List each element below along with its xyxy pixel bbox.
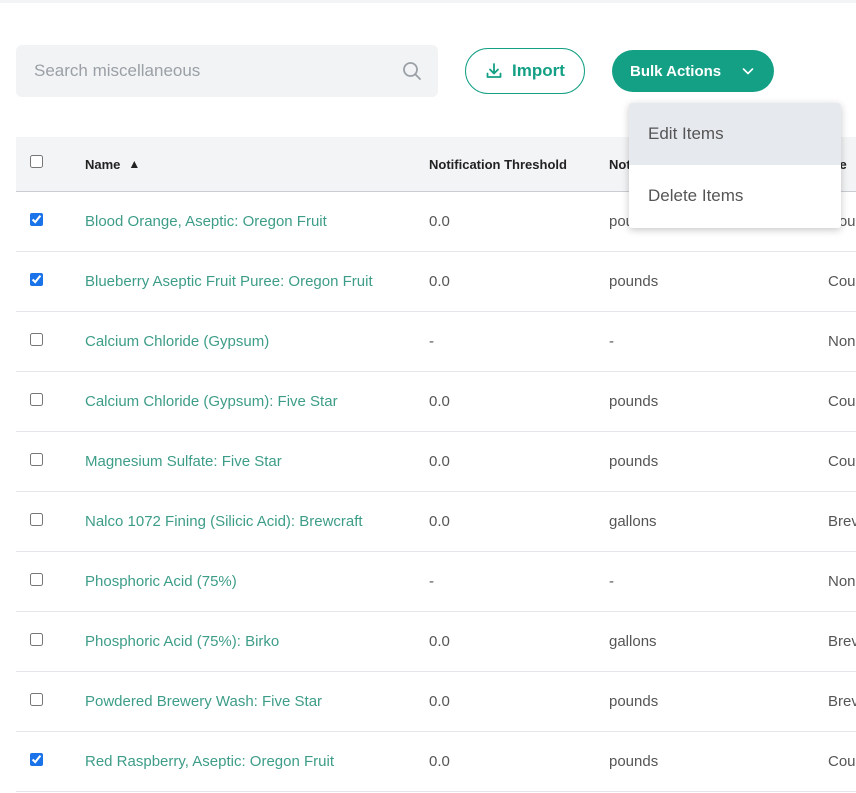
top-divider [0, 0, 856, 3]
table-row: Calcium Chloride (Gypsum): Five Star 0.0 p… [16, 372, 856, 432]
column-header-unit[interactable]: Not [609, 137, 631, 191]
threshold-cell: 0.0 [429, 753, 450, 770]
item-name-link[interactable]: Powdered Brewery Wash: Five Star [85, 672, 322, 731]
item-name-link[interactable]: Blueberry Aseptic Fruit Puree: Oregon Fr… [85, 252, 373, 311]
row-checkbox[interactable] [30, 273, 43, 286]
extra-cell: Cou [828, 273, 856, 290]
extra-cell: Brev [828, 693, 856, 710]
search-icon[interactable] [402, 61, 422, 81]
item-name-link[interactable]: Magnesium Sulfate: Five Star [85, 432, 282, 491]
unit-cell: - [609, 573, 614, 590]
unit-cell: pounds [609, 273, 659, 290]
unit-cell: pounds [609, 693, 659, 710]
items-table: Name ▲ Notification Threshold Not efe Bl… [16, 137, 856, 792]
bulk-actions-label: Bulk Actions [630, 62, 722, 80]
unit-cell: pounds [609, 393, 659, 410]
column-header-name[interactable]: Name ▲ [85, 137, 140, 191]
extra-cell: Cou [828, 393, 856, 410]
table-row: Phosphoric Acid (75%) - - Non [16, 552, 856, 612]
item-name-link[interactable]: Phosphoric Acid (75%): Birko [85, 612, 279, 671]
table-row: Magnesium Sulfate: Five Star 0.0 pounds Cou [16, 432, 856, 492]
bulk-actions-menu: Edit Items Delete Items [629, 103, 841, 228]
table-row: Blueberry Aseptic Fruit Puree: Oregon Fr… [16, 252, 856, 312]
import-label: Import [512, 61, 565, 80]
row-checkbox[interactable] [30, 333, 43, 346]
unit-cell: gallons [609, 633, 657, 650]
extra-cell: Cou [828, 753, 856, 770]
threshold-cell: 0.0 [429, 213, 450, 230]
unit-cell: - [609, 333, 614, 350]
row-checkbox[interactable] [30, 213, 43, 226]
threshold-cell: 0.0 [429, 453, 450, 470]
unit-cell: pounds [609, 753, 659, 770]
item-name-link[interactable]: Red Raspberry, Aseptic: Oregon Fruit [85, 732, 334, 791]
table-row: Powdered Brewery Wash: Five Star 0.0 pound… [16, 672, 856, 732]
item-name-link[interactable]: Phosphoric Acid (75%) [85, 552, 237, 611]
extra-cell: Brev [828, 513, 856, 530]
search-box[interactable] [16, 45, 438, 97]
table-row: Phosphoric Acid (75%): Birko 0.0 gallons Br… [16, 612, 856, 672]
column-header-threshold[interactable]: Notification Threshold [429, 137, 567, 191]
threshold-cell: 0.0 [429, 693, 450, 710]
item-name-link[interactable]: Calcium Chloride (Gypsum) [85, 312, 269, 371]
item-name-link[interactable]: Blood Orange, Aseptic: Oregon Fruit [85, 192, 327, 251]
threshold-cell: 0.0 [429, 393, 450, 410]
row-checkbox[interactable] [30, 573, 43, 586]
threshold-cell: 0.0 [429, 513, 450, 530]
column-header-name-label: Name [85, 156, 121, 172]
sort-asc-icon: ▲ [128, 157, 141, 171]
search-input[interactable] [16, 45, 402, 97]
table-row: Calcium Chloride (Gypsum) - - Non [16, 312, 856, 372]
threshold-cell: 0.0 [429, 273, 450, 290]
row-checkbox[interactable] [30, 393, 43, 406]
unit-cell: gallons [609, 513, 657, 530]
extra-cell: Cou [828, 453, 856, 470]
row-checkbox[interactable] [30, 453, 43, 466]
row-checkbox[interactable] [30, 753, 43, 766]
row-checkbox[interactable] [30, 693, 43, 706]
table-row: Red Raspberry, Aseptic: Oregon Fruit 0.0 p… [16, 732, 856, 792]
unit-cell: pounds [609, 453, 659, 470]
threshold-cell: - [429, 573, 434, 590]
extra-cell: Non [828, 333, 856, 350]
menu-item-delete-items[interactable]: Delete Items [629, 165, 841, 227]
row-checkbox[interactable] [30, 513, 43, 526]
import-button[interactable]: Import [465, 48, 585, 94]
threshold-cell: - [429, 333, 434, 350]
table-body: Blood Orange, Aseptic: Oregon Fruit 0.0 po… [16, 192, 856, 792]
download-icon [485, 62, 503, 80]
row-checkbox[interactable] [30, 633, 43, 646]
extra-cell: Non [828, 573, 856, 590]
item-name-link[interactable]: Calcium Chloride (Gypsum): Five Star [85, 372, 338, 431]
item-name-link[interactable]: Nalco 1072 Fining (Silicic Acid): Brewcr… [85, 492, 363, 551]
extra-cell: Brev [828, 633, 856, 650]
select-all-checkbox[interactable] [30, 155, 43, 168]
table-row: Nalco 1072 Fining (Silicic Acid): Brewcr… [16, 492, 856, 552]
bulk-actions-button[interactable]: Bulk Actions [612, 50, 774, 92]
menu-item-edit-items[interactable]: Edit Items [629, 103, 841, 165]
threshold-cell: 0.0 [429, 633, 450, 650]
chevron-down-icon [741, 64, 755, 78]
